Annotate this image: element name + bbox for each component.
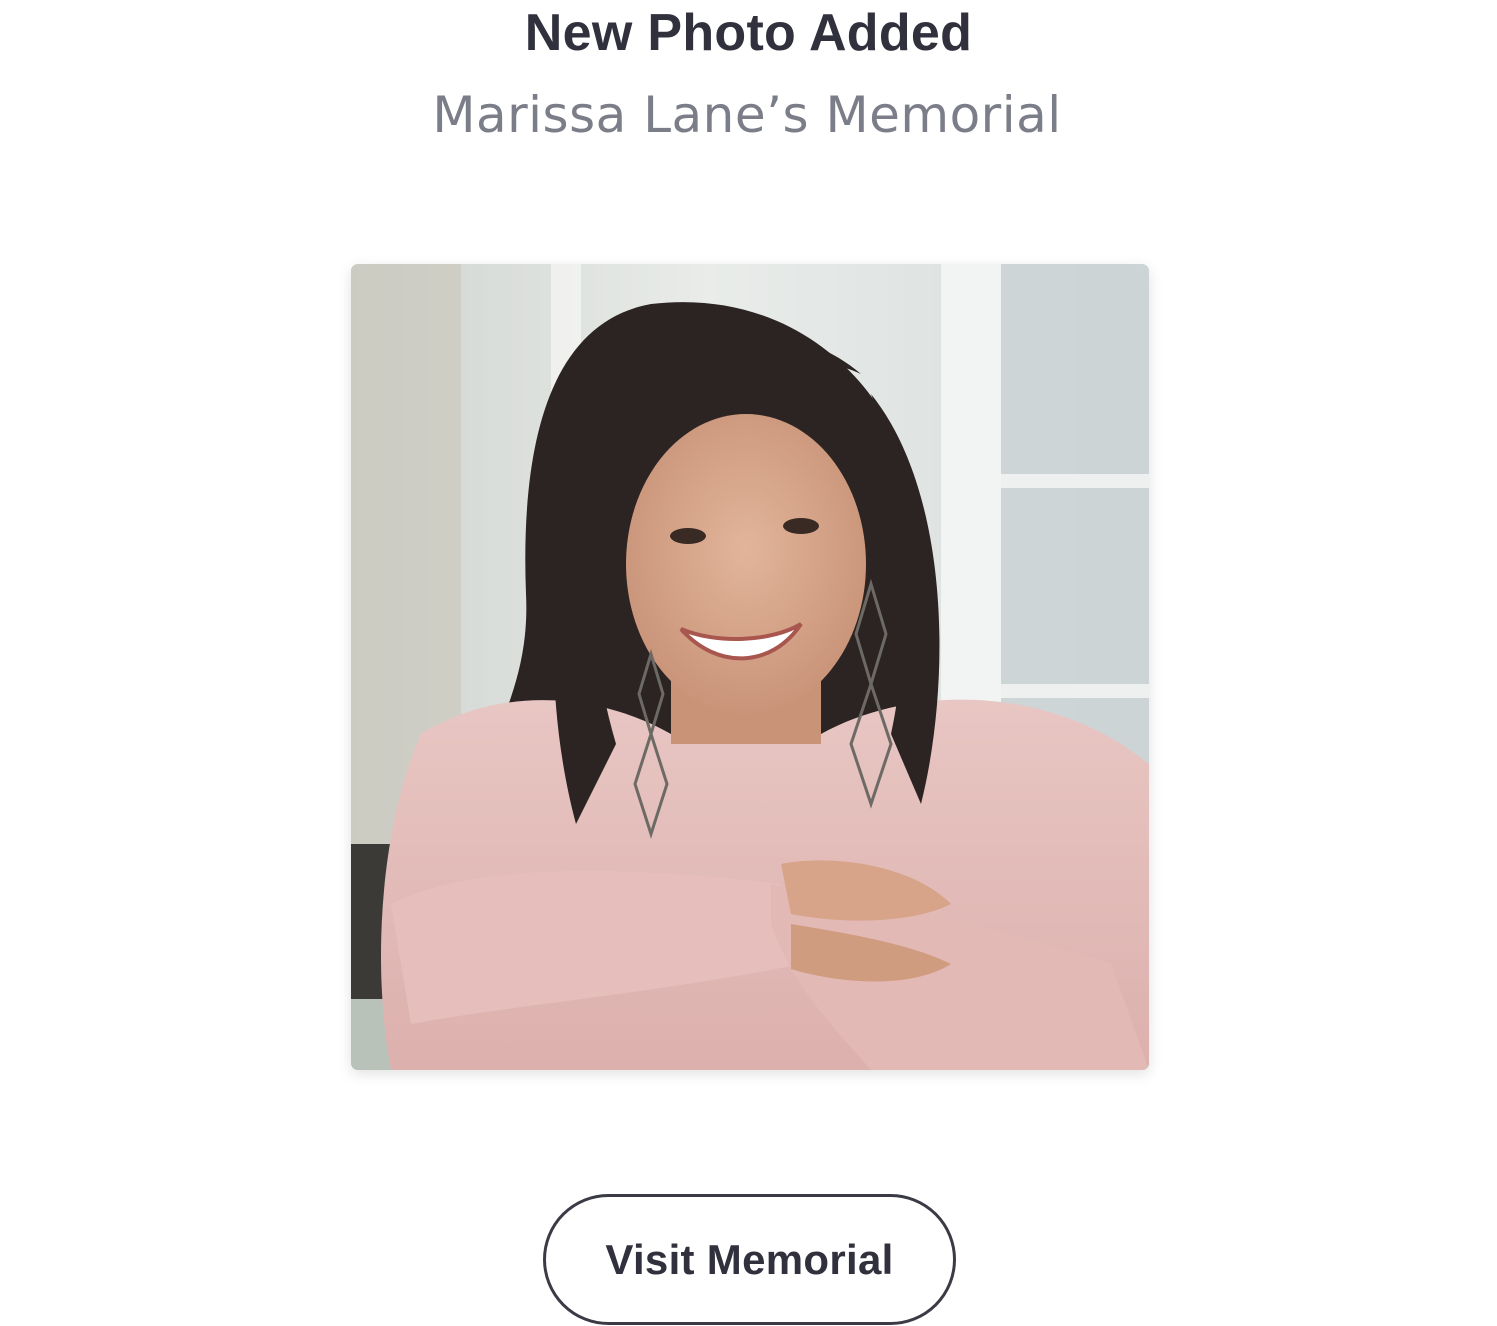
memorial-photo: [351, 264, 1149, 1070]
portrait-photo-icon: [351, 264, 1149, 1070]
memorial-subtitle: Marissa Lane’s Memorial: [432, 86, 1062, 144]
visit-memorial-button[interactable]: Visit Memorial: [543, 1194, 956, 1325]
new-photo-title: New Photo Added: [524, 4, 973, 62]
